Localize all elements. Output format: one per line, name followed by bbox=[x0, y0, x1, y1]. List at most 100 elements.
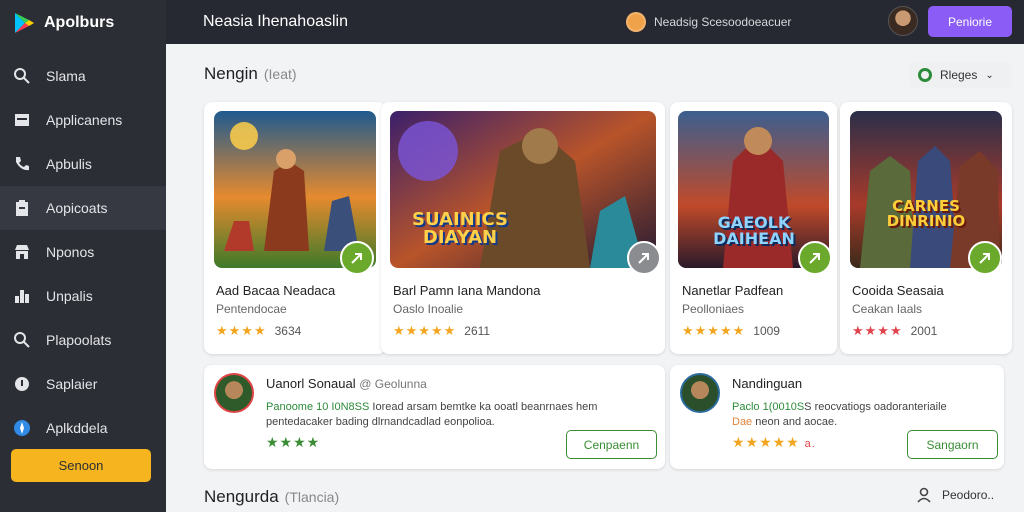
game-title: Cooida Seasaia bbox=[852, 283, 944, 298]
section-title: Nengin bbox=[204, 64, 258, 83]
topbar: Neasia Ihenahoaslin Neadsig Scesoodoeacu… bbox=[166, 0, 1024, 44]
reviewer-handle: @ Geolunna bbox=[359, 377, 427, 391]
avatar bbox=[680, 373, 720, 413]
app-logo-text: Apolburs bbox=[44, 14, 115, 31]
sidebar-item-label: Nponos bbox=[46, 244, 95, 260]
sidebar-item-slama[interactable]: Slama bbox=[0, 54, 166, 98]
game-card[interactable]: CARNES DINRINIO Cooida Seasaia Ceakan Ia… bbox=[840, 102, 1012, 354]
game-subtitle: Oaslo Inoalie bbox=[393, 302, 464, 316]
notification-text: Neadsig Scesoodoeacuer bbox=[654, 15, 792, 29]
avatar[interactable] bbox=[888, 6, 918, 36]
game-subtitle: Pentendocae bbox=[216, 302, 287, 316]
sidebar-item-label: Plapoolats bbox=[46, 332, 112, 348]
rating: ★★★★★ 1009 bbox=[682, 323, 780, 339]
filter-label: Rleges bbox=[940, 68, 978, 82]
section-subtitle: (Ieat) bbox=[263, 66, 297, 82]
game-card[interactable]: GAEOLK DAIHEAN Nanetlar Padfean Peolloni… bbox=[670, 102, 837, 354]
game-art-title: CARNES DINRINIO bbox=[886, 197, 966, 230]
avatar bbox=[214, 373, 254, 413]
sidebar-item-saplaier[interactable]: Saplaier bbox=[0, 362, 166, 406]
game-title: Aad Bacaa Neadaca bbox=[216, 283, 336, 298]
review-action-button[interactable]: Cenpaenn bbox=[566, 430, 657, 459]
game-art-image: SUAINICS DIAYAN bbox=[390, 111, 656, 268]
top-action-button[interactable]: Peniorie bbox=[928, 6, 1012, 37]
game-card[interactable]: Aad Bacaa Neadaca Pentendocae ★★★★ 3634 bbox=[204, 102, 386, 354]
user-icon bbox=[917, 487, 931, 503]
play-button[interactable] bbox=[968, 241, 1002, 275]
rating-count: 2611 bbox=[464, 324, 491, 338]
arrow-icon bbox=[351, 253, 362, 264]
game-art-title: SUAINICS DIAYAN bbox=[412, 209, 508, 248]
star-rating: ★★★★★ bbox=[393, 323, 457, 338]
rating-count: 2001 bbox=[910, 324, 938, 338]
play-store-logo-icon bbox=[15, 13, 34, 33]
reviewer-name: Uanorl Sonaual bbox=[266, 376, 356, 391]
review-highlight-orange: Dae bbox=[732, 416, 753, 428]
main-content: Nengin (Ieat) Rleges ⌄ Aad Bacaa Neadaca… bbox=[166, 44, 1024, 512]
arrow-icon bbox=[638, 253, 649, 264]
store-icon bbox=[12, 242, 32, 262]
section-title: Nengurda bbox=[204, 487, 279, 506]
star-rating: ★★★★ bbox=[852, 323, 903, 338]
reviewer-name: Nandinguan bbox=[732, 376, 803, 391]
game-subtitle: Ceakan Iaals bbox=[852, 302, 923, 316]
sidebar: Apolburs Slama Applicanens Apbulis Aopic… bbox=[0, 0, 166, 512]
sidebar-item-label: Apbulis bbox=[46, 156, 92, 172]
game-subtitle: Peolloniaes bbox=[682, 302, 745, 316]
sidebar-item-unpalis[interactable]: Unpalis bbox=[0, 274, 166, 318]
rating: ★★★★ 3634 bbox=[216, 323, 301, 339]
section-header: Nengin (Ieat) bbox=[204, 64, 297, 84]
rating-count: 1009 bbox=[753, 324, 780, 338]
sort-control[interactable]: Peodoro.. bbox=[916, 487, 994, 503]
sidebar-item-plapoolats[interactable]: Plapoolats bbox=[0, 318, 166, 362]
star-rating: ★★★★ bbox=[216, 323, 267, 338]
star-rating: ★★★★★ bbox=[682, 323, 746, 338]
filter-dropdown[interactable]: Rleges ⌄ bbox=[910, 62, 1012, 88]
sidebar-item-label: Unpalis bbox=[46, 288, 93, 304]
search-icon bbox=[12, 330, 32, 350]
play-button[interactable] bbox=[340, 241, 374, 275]
review-text: Panoome 10 I0N8SS Ioread arsam bemtke ka… bbox=[266, 400, 646, 430]
review-action-button[interactable]: Sangaorn bbox=[907, 430, 998, 459]
notification-area[interactable]: Neadsig Scesoodoeacuer bbox=[626, 12, 791, 32]
sidebar-item-label: Aopicoats bbox=[46, 200, 108, 216]
review-text: Paclo 1(0010SS reocvatiogs oadoranteriai… bbox=[732, 400, 994, 430]
sidebar-item-nponos[interactable]: Nponos bbox=[0, 230, 166, 274]
game-title: Barl Pamn Iana Mandona bbox=[393, 283, 541, 298]
review-body-2: neon and aocae. bbox=[752, 416, 838, 428]
game-title: Nanetlar Padfean bbox=[682, 283, 784, 298]
sidebar-item-apbulis[interactable]: Apbulis bbox=[0, 142, 166, 186]
section-header: Nengurda (Tlancia) bbox=[204, 487, 339, 507]
review-body: S reocvatiogs oadoranteriaile bbox=[804, 401, 947, 413]
sidebar-item-applicanens[interactable]: Applicanens bbox=[0, 98, 166, 142]
review-highlight: Panoome 10 I0N8SS bbox=[266, 401, 370, 413]
sidebar-action-button[interactable]: Senoon bbox=[11, 449, 151, 482]
sidebar-nav: Slama Applicanens Apbulis Aopicoats Npon… bbox=[0, 54, 166, 450]
app-logo[interactable]: Apolburs bbox=[0, 0, 166, 46]
filter-icon bbox=[918, 68, 932, 82]
rating: ★★★★★ 2611 bbox=[393, 323, 490, 339]
sidebar-item-aplkddela[interactable]: Aplkddela bbox=[0, 406, 166, 450]
search-icon bbox=[12, 66, 32, 86]
review-header: Uanorl Sonaual @ Geolunna bbox=[266, 376, 427, 391]
page-title: Neasia Ihenahoaslin bbox=[203, 13, 348, 30]
sidebar-item-aopicoats[interactable]: Aopicoats bbox=[0, 186, 166, 230]
location-icon bbox=[12, 374, 32, 394]
play-button[interactable] bbox=[798, 241, 832, 275]
bar-chart-icon bbox=[12, 286, 32, 306]
arrow-icon bbox=[809, 253, 820, 264]
clipboard-icon bbox=[12, 198, 32, 218]
sidebar-item-label: Saplaier bbox=[46, 376, 98, 392]
star-rating: ★★★★ bbox=[266, 434, 321, 450]
sort-label: Peodoro.. bbox=[942, 488, 995, 502]
game-card[interactable]: SUAINICS DIAYAN Barl Pamn Iana Mandona O… bbox=[381, 102, 665, 354]
sidebar-item-label: Applicanens bbox=[46, 112, 123, 128]
chevron-down-icon: ⌄ bbox=[985, 69, 994, 81]
review-header: Nandinguan bbox=[732, 376, 802, 391]
window-icon bbox=[12, 110, 32, 130]
section-subtitle: (Tlancia) bbox=[284, 489, 340, 505]
play-button[interactable] bbox=[627, 241, 661, 275]
compass-icon bbox=[12, 418, 32, 438]
review-highlight: Paclo 1(0010S bbox=[732, 401, 805, 413]
star-glyphs: ★★★★★ bbox=[732, 434, 800, 450]
